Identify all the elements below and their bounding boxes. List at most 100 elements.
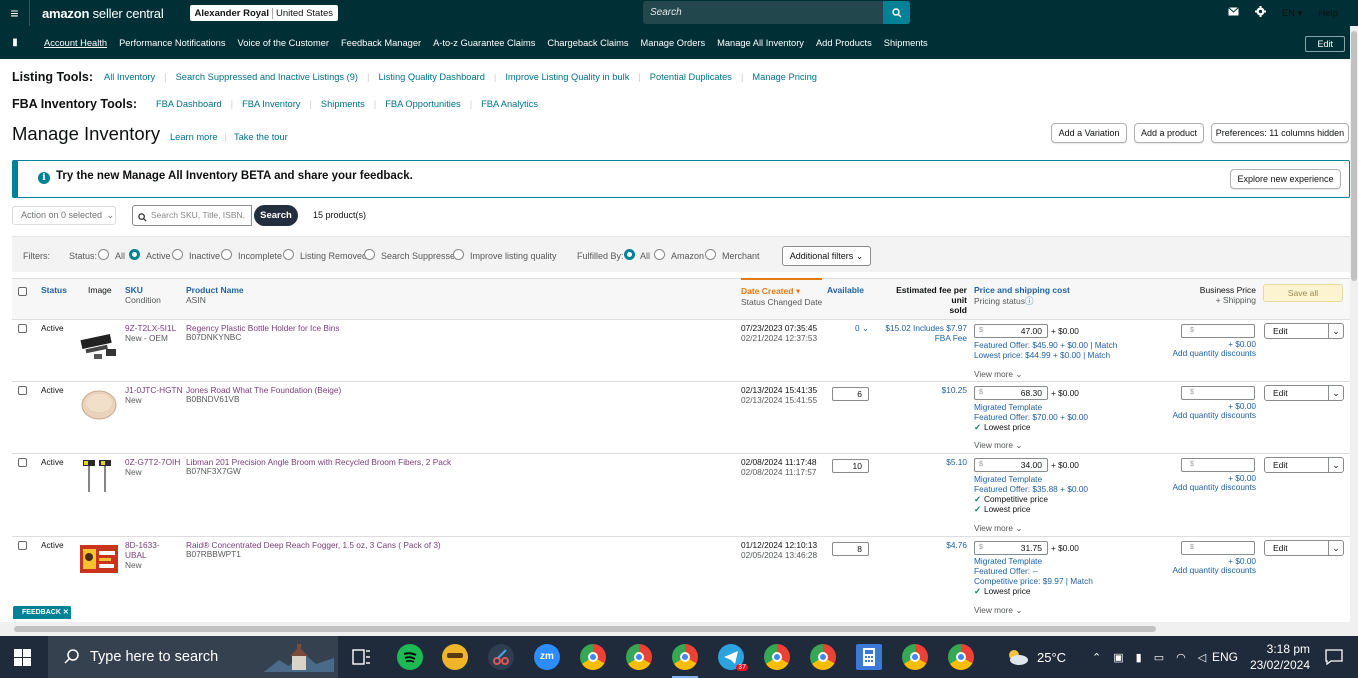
view-more-link[interactable]: View more ⌄ bbox=[974, 605, 1022, 615]
battery-icon[interactable]: ▭ bbox=[1154, 651, 1164, 664]
status-radio-inactive[interactable] bbox=[172, 249, 183, 260]
product-image[interactable] bbox=[78, 327, 120, 363]
col-sku[interactable]: SKU Condition bbox=[125, 285, 161, 305]
nav-chargeback-claims[interactable]: Chargeback Claims bbox=[547, 38, 628, 48]
row-fee[interactable]: $5.10 bbox=[877, 457, 967, 467]
task-view-icon[interactable] bbox=[348, 644, 374, 670]
additional-filters-dropdown[interactable]: Additional filters ⌄ bbox=[782, 246, 871, 266]
row-asin[interactable]: B0BNDV61VB bbox=[186, 394, 240, 404]
row-fee[interactable]: $15.02 Includes $7.97 bbox=[877, 323, 967, 333]
nav-a-to-z-claims[interactable]: A-to-z Guarantee Claims bbox=[433, 38, 535, 48]
row-checkbox[interactable] bbox=[18, 386, 27, 395]
volume-icon[interactable]: ◁ bbox=[1198, 651, 1206, 664]
fulfilled-radio-all[interactable] bbox=[624, 249, 635, 260]
link-suppressed-listings[interactable]: Search Suppressed and Inactive Listings … bbox=[176, 72, 358, 82]
business-price-input[interactable]: $ bbox=[1181, 386, 1255, 400]
wifi-icon[interactable]: ◠ bbox=[1176, 651, 1186, 664]
chrome-profile-m-icon[interactable] bbox=[580, 644, 606, 670]
vertical-scrollbar[interactable] bbox=[1350, 26, 1358, 636]
scrollbar-thumb[interactable] bbox=[14, 626, 1156, 632]
business-price-input[interactable]: $ bbox=[1181, 458, 1255, 472]
scrollbar-thumb[interactable] bbox=[1351, 31, 1357, 281]
nav-manage-orders[interactable]: Manage Orders bbox=[641, 38, 706, 48]
business-price-input[interactable]: $ bbox=[1181, 541, 1255, 555]
business-price-input[interactable]: $ bbox=[1181, 324, 1255, 338]
fulfilled-radio-amazon[interactable] bbox=[654, 249, 665, 260]
windows-start-icon[interactable] bbox=[14, 649, 31, 666]
nav-account-health[interactable]: Account Health bbox=[44, 38, 107, 48]
row-asin[interactable]: B07DNKYNBC bbox=[186, 332, 241, 342]
col-status[interactable]: Status bbox=[41, 285, 67, 295]
save-all-button[interactable]: Save all bbox=[1263, 284, 1343, 302]
col-available[interactable]: Available bbox=[827, 285, 864, 295]
row-sku[interactable]: 8D-1633- bbox=[125, 540, 160, 550]
link-listing-quality[interactable]: Listing Quality Dashboard bbox=[378, 72, 484, 82]
microphone-icon[interactable]: ▮ bbox=[1136, 651, 1142, 664]
chevron-up-icon[interactable]: ⌃ bbox=[1092, 651, 1101, 664]
add-product-button[interactable]: Add a product bbox=[1134, 123, 1204, 143]
nav-feedback-manager[interactable]: Feedback Manager bbox=[341, 38, 421, 48]
add-quantity-discounts-link[interactable]: Add quantity discounts bbox=[1172, 410, 1256, 420]
chrome-profile-icon[interactable] bbox=[626, 644, 652, 670]
edit-button[interactable]: Edit ⌄ bbox=[1264, 323, 1344, 339]
row-fee[interactable]: $10.25 bbox=[877, 385, 967, 395]
status-radio-incomplete[interactable] bbox=[221, 249, 232, 260]
bulk-action-dropdown[interactable]: Action on 0 selected ⌄ bbox=[12, 206, 116, 225]
link-fba-opportunities[interactable]: FBA Opportunities bbox=[385, 99, 460, 109]
bookmark-icon[interactable]: ▮ bbox=[0, 37, 30, 48]
link-fba-dashboard[interactable]: FBA Dashboard bbox=[156, 99, 222, 109]
fulfilled-option-merchant[interactable]: Merchant bbox=[722, 251, 760, 261]
status-radio-all[interactable] bbox=[98, 249, 109, 260]
edit-button[interactable]: Edit ⌄ bbox=[1264, 385, 1344, 401]
add-quantity-discounts-link[interactable]: Add quantity discounts bbox=[1172, 482, 1256, 492]
link-potential-duplicates[interactable]: Potential Duplicates bbox=[650, 72, 732, 82]
fulfilled-option-all[interactable]: All bbox=[640, 251, 650, 261]
notifications-icon[interactable] bbox=[1325, 636, 1343, 678]
status-radio-active[interactable] bbox=[129, 249, 140, 260]
explore-new-experience-button[interactable]: Explore new experience bbox=[1230, 169, 1341, 189]
nav-voice-of-customer[interactable]: Voice of the Customer bbox=[238, 38, 329, 48]
pricing-info-icon[interactable]: ⓘ bbox=[1025, 296, 1034, 306]
clock[interactable]: 3:18 pm 23/02/2024 bbox=[1250, 636, 1310, 678]
status-option-incomplete[interactable]: Incomplete bbox=[238, 251, 282, 261]
edit-button[interactable]: Edit ⌄ bbox=[1264, 457, 1344, 473]
row-asin[interactable]: B07RBBWPT1 bbox=[186, 549, 241, 559]
status-radio-listing-removed[interactable] bbox=[283, 249, 294, 260]
add-quantity-discounts-link[interactable]: Add quantity discounts bbox=[1172, 348, 1256, 358]
add-variation-button[interactable]: Add a Variation bbox=[1051, 123, 1127, 143]
link-manage-pricing[interactable]: Manage Pricing bbox=[752, 72, 817, 82]
nav-add-products[interactable]: Add Products bbox=[816, 38, 872, 48]
row-available[interactable]: 0 ⌄ bbox=[855, 323, 869, 333]
hamburger-menu-icon[interactable]: ≡ bbox=[0, 0, 30, 26]
calculator-icon[interactable] bbox=[856, 644, 882, 670]
view-more-link[interactable]: View more ⌄ bbox=[974, 440, 1022, 450]
product-image[interactable] bbox=[80, 545, 118, 575]
product-image[interactable] bbox=[80, 460, 116, 496]
price-input[interactable]: $34.00 bbox=[974, 458, 1048, 472]
row-sku[interactable]: 9Z-T2LX-5I1L bbox=[125, 323, 176, 333]
link-fba-inventory[interactable]: FBA Inventory bbox=[242, 99, 300, 109]
status-option-improve-quality[interactable]: Improve listing quality bbox=[470, 251, 557, 261]
nav-shipments[interactable]: Shipments bbox=[884, 38, 928, 48]
row-checkbox[interactable] bbox=[18, 324, 27, 333]
help-link[interactable]: Help bbox=[1318, 8, 1338, 19]
link-fba-shipments[interactable]: Shipments bbox=[321, 99, 365, 109]
price-input[interactable]: $31.75 bbox=[974, 541, 1048, 555]
fulfilled-option-amazon[interactable]: Amazon bbox=[671, 251, 704, 261]
available-input[interactable]: 10 bbox=[832, 459, 869, 473]
status-radio-search-suppressed[interactable] bbox=[364, 249, 375, 260]
row-fee[interactable]: $4.76 bbox=[877, 540, 967, 550]
nav-manage-all-inventory[interactable]: Manage All Inventory bbox=[717, 38, 804, 48]
row-sku[interactable]: 0Z-G7T2-7OIH bbox=[125, 457, 180, 467]
available-input[interactable]: 8 bbox=[832, 542, 869, 556]
app-icon[interactable] bbox=[442, 644, 468, 670]
add-quantity-discounts-link[interactable]: Add quantity discounts bbox=[1172, 565, 1256, 575]
col-date-created[interactable]: Date Created ▾ Status Changed Date bbox=[741, 278, 823, 307]
chrome-profile-s-icon[interactable] bbox=[902, 644, 928, 670]
chrome-profile-icon[interactable] bbox=[810, 644, 836, 670]
status-option-listing-removed[interactable]: Listing Removed bbox=[300, 251, 367, 261]
horizontal-scrollbar[interactable] bbox=[0, 622, 1350, 636]
search-icon[interactable] bbox=[883, 1, 910, 24]
weather-widget[interactable]: 25°C bbox=[1005, 636, 1066, 678]
status-option-search-suppressed[interactable]: Search Suppressed bbox=[381, 251, 460, 261]
